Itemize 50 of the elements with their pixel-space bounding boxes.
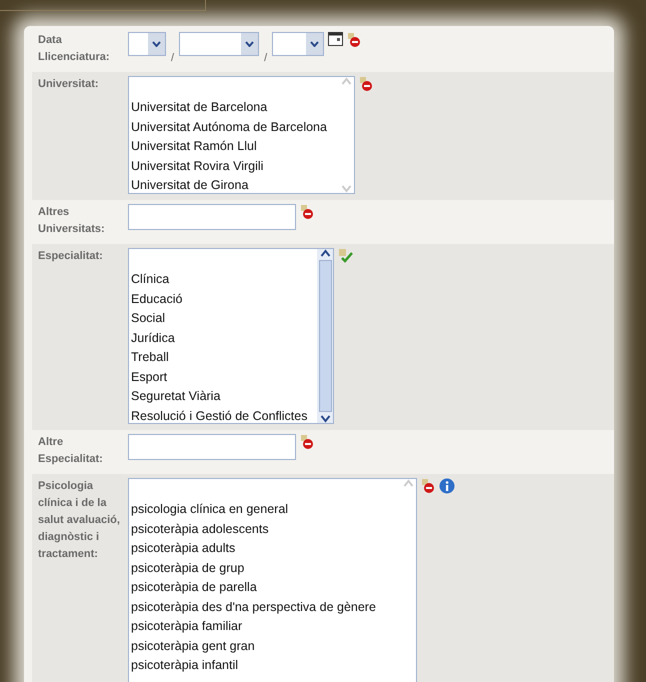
list-option[interactable]: Universitat Autónoma de Barcelona [131, 118, 338, 137]
remove-icon[interactable] [300, 204, 314, 220]
date-separator: / [263, 52, 268, 66]
list-option[interactable]: Universitat Rovira Virgili [131, 156, 338, 176]
scrollbar[interactable] [317, 249, 333, 423]
list-option[interactable]: Seguretat Viària [131, 387, 317, 406]
remove-icon[interactable] [347, 32, 362, 48]
calendar-icon[interactable] [328, 32, 344, 46]
list-option[interactable]: psicoteràpia des d'na perspectiva de gènere [131, 598, 400, 617]
field-label: Altre Especialitat: [38, 435, 104, 467]
list-option[interactable]: Resolució i Gestió de Conflictes [131, 406, 317, 423]
caret-icon [152, 41, 161, 47]
date-separator: / [170, 52, 176, 66]
input-field[interactable] [128, 204, 296, 230]
list-option[interactable]: Jurídica [131, 328, 317, 348]
field-label: Data Llicenciatura: [38, 33, 111, 65]
list-option[interactable]: psicoteràpia de parella [131, 578, 400, 598]
info-icon[interactable] [439, 478, 455, 494]
list-box[interactable] [128, 478, 417, 682]
list-option[interactable]: psicoteràpia adults [131, 539, 400, 558]
field-label: Altres Universitats: [38, 205, 106, 237]
remove-icon[interactable] [359, 76, 373, 92]
remove-icon[interactable] [421, 478, 435, 494]
field-label: Universitat: [38, 77, 100, 92]
accept-icon[interactable] [338, 248, 354, 264]
list-option[interactable]: psicoteràpia infantil [131, 656, 400, 676]
field-label: Especialitat: [38, 249, 104, 264]
scroll-down-icon[interactable] [320, 414, 330, 423]
list-box[interactable]: Universitat de Barcelona Universitat Autónoma de Barcelona Universitat Ramón Llul Universitat Rovira Virgili Universitat de Girona [128, 76, 355, 194]
list-option[interactable]: psicologia clínica en general [131, 500, 400, 520]
list-option[interactable]: Educació [131, 290, 317, 309]
list-option[interactable]: psicoteràpia gent gran [131, 636, 400, 656]
caret-icon [310, 41, 320, 47]
caret-icon [245, 41, 254, 47]
date-select[interactable] [128, 32, 166, 56]
list-box[interactable]: Clínica Educació Social Jurídica Treball Esport Seguretat Viària Resolució i Gestió de Conflictes [128, 248, 334, 424]
list-option[interactable]: Universitat de Girona [131, 176, 338, 193]
list-option[interactable]: Social [131, 309, 317, 328]
remove-icon[interactable] [300, 434, 314, 450]
list-option[interactable]: psicoteràpia adolescents [131, 520, 400, 539]
list-option[interactable]: Universitat de Barcelona [131, 98, 338, 118]
input-field[interactable] [128, 434, 296, 460]
list-option[interactable]: Treball [131, 348, 317, 368]
list-option[interactable]: Clínica [131, 270, 317, 290]
list-option[interactable]: psicoteràpia de grup [131, 558, 400, 578]
list-option[interactable]: psicoteràpia familiar [131, 617, 400, 636]
field-label: Psicologia clínica i de la salut avaluació, diagnòstic i tractament: [38, 479, 121, 562]
scroll-up-icon[interactable] [320, 249, 330, 258]
list-option[interactable]: Universitat Ramón Llul [131, 137, 338, 156]
list-option[interactable]: Esport [131, 368, 317, 387]
